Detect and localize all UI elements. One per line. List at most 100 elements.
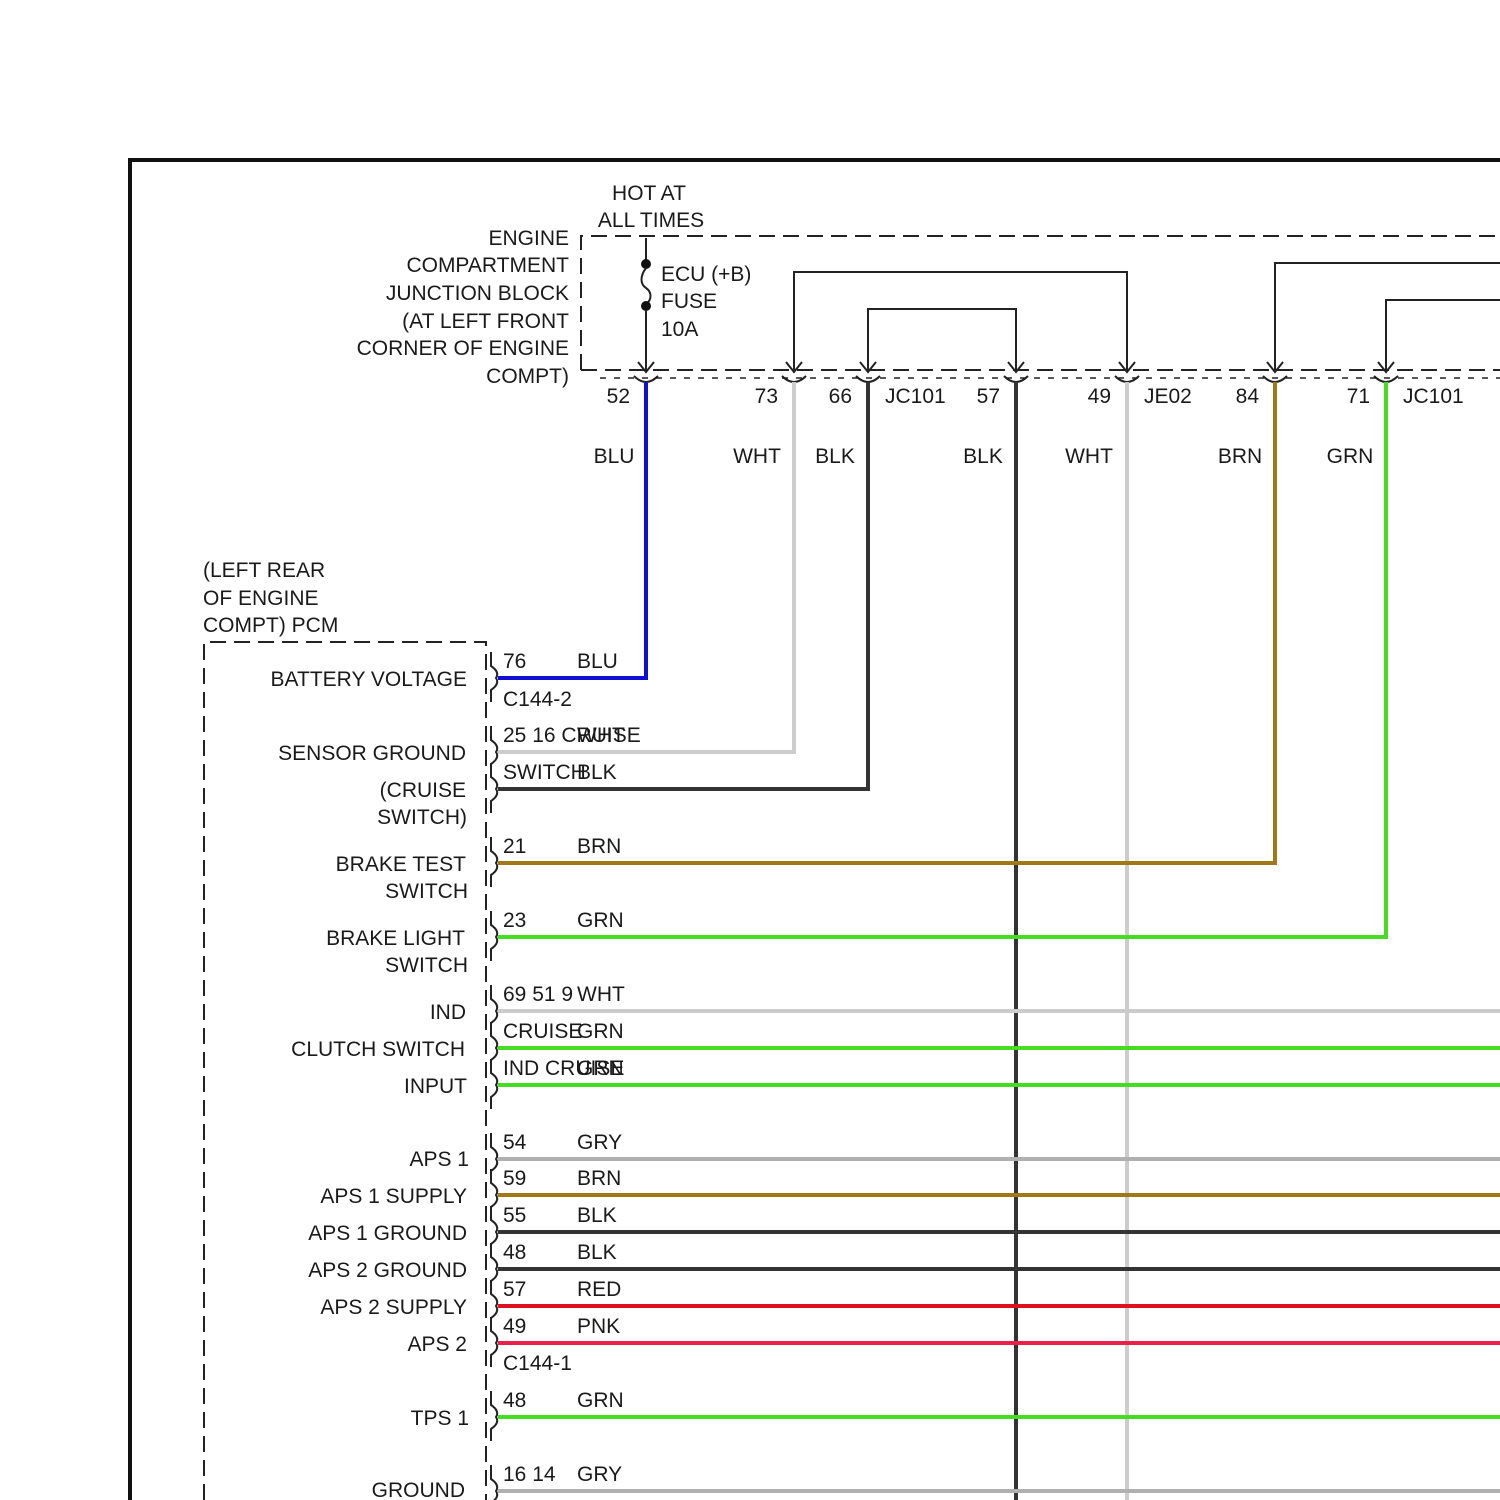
junction-pin-arrows: [633, 345, 1399, 383]
wire-color-label: BLK: [815, 445, 855, 468]
pin-number: 84: [1236, 385, 1260, 408]
pcm-wire-color: RED: [577, 1278, 621, 1301]
pcm-pin-number: 21: [503, 835, 526, 858]
pcm-pin-number: 57: [503, 1278, 526, 1301]
top-wire-color-labels: BLU WHT BLK BLK WHT BRN GRN: [594, 445, 1374, 468]
block-label-line-2: COMPARTMENT: [406, 254, 569, 277]
pcm-wire-color: GRN: [577, 1020, 624, 1043]
hot-at-all-times-label: HOT AT ALL TIMES: [598, 182, 704, 232]
pcm-label-line-2: OF ENGINE: [203, 587, 319, 610]
pcm-pin-number: 48: [503, 1389, 526, 1412]
pcm-wire-color: GRN: [577, 909, 624, 932]
function-brake-test-switch-1: BRAKE TEST: [336, 853, 466, 876]
pcm-wire-color: GRY: [577, 1131, 622, 1154]
hot-label-line-1: HOT AT: [612, 182, 686, 205]
pin-bracket: [490, 1465, 499, 1500]
pcm-pin-number: 54: [503, 1131, 527, 1154]
pin-number: 73: [755, 385, 778, 408]
pin-arrow: [1262, 345, 1288, 383]
block-label-line-5: CORNER OF ENGINE: [357, 337, 569, 360]
pcm-pin-number: 16 14: [503, 1463, 556, 1486]
wire: [498, 382, 648, 680]
function-tps-1: TPS 1: [411, 1407, 469, 1430]
pin-arrow: [1114, 345, 1140, 383]
pcm-wire-color: GRY: [577, 1463, 622, 1486]
block-label-line-1: ENGINE: [488, 227, 569, 250]
pcm-wire-color: BRN: [577, 1167, 621, 1190]
pcm-wire-color: BRN: [577, 835, 621, 858]
pin-number: 52: [607, 385, 630, 408]
function-sensor-ground: SENSOR GROUND: [278, 742, 466, 765]
pcm-label: (LEFT REAR OF ENGINE COMPT) PCM: [203, 559, 338, 637]
connector-c144-2: C144-2: [503, 688, 572, 711]
function-aps-1-supply: APS 1 SUPPLY: [320, 1185, 467, 1208]
wire-color-label: BLK: [963, 445, 1003, 468]
pin-number: 49: [1088, 385, 1111, 408]
pcm-wire-color: GRN: [577, 1057, 624, 1080]
pin-arrow: [855, 345, 881, 383]
wires-layer: [498, 382, 1500, 1500]
pin-number: 57: [977, 385, 1000, 408]
function-aps-2-ground: APS 2 GROUND: [308, 1259, 467, 1282]
pcm-pin-number: 48: [503, 1241, 526, 1264]
function-aps-1-ground: APS 1 GROUND: [308, 1222, 467, 1245]
fuse-label: ECU (+B) FUSE 10A: [661, 263, 751, 341]
pin-bracket: [490, 763, 499, 813]
function-aps-1: APS 1: [409, 1148, 469, 1171]
function-brake-light-switch-1: BRAKE LIGHT: [326, 927, 465, 950]
connector-name: JC101: [885, 385, 946, 408]
pin-bracket: [490, 1059, 499, 1109]
pcm-wire-color: BLK: [577, 761, 617, 784]
pcm-wire-color: BLK: [577, 1204, 617, 1227]
function-cruise-switch-1: (CRUISE: [380, 779, 466, 802]
internal-jumper-66-57: [867, 308, 1017, 370]
pcm-label-line-3: COMPT) PCM: [203, 614, 338, 637]
pcm-pin-number: SWITCH: [503, 761, 586, 784]
fuse-label-line-3: 10A: [661, 318, 698, 341]
pin-bracket: [490, 1317, 499, 1367]
pcm-pin-number: 76: [503, 650, 526, 673]
junction-pin-numbers: 52 73 66 57 49 84 71: [607, 385, 1370, 408]
pin-bracket: [490, 1391, 499, 1441]
pcm-wire-color: BLK: [577, 1241, 617, 1264]
wire-color-label: BRN: [1218, 445, 1262, 468]
wire-color-label: BLU: [594, 445, 635, 468]
pin-bracket: [490, 837, 499, 887]
pcm-wire-color: WHT: [577, 983, 625, 1006]
connector-c144-1: C144-1: [503, 1352, 572, 1375]
pcm-pin-number: 49: [503, 1315, 526, 1338]
pin-arrow: [1373, 345, 1399, 383]
function-cruise-switch-2: SWITCH): [377, 806, 467, 829]
junction-block-label: ENGINE COMPARTMENT JUNCTION BLOCK (AT LE…: [357, 227, 570, 388]
wire-color-label: GRN: [1327, 445, 1374, 468]
pcm-pin-brackets: [490, 652, 499, 1500]
hot-label-line-2: ALL TIMES: [598, 209, 704, 232]
block-label-line-6: COMPT): [486, 365, 569, 388]
pcm-pin-number: 23: [503, 909, 526, 932]
pin-arrow: [1003, 345, 1029, 383]
wiring-diagram: HOT AT ALL TIMES ENGINE COMPARTMENT JUNC…: [128, 158, 1500, 1500]
function-ind: IND: [430, 1001, 466, 1024]
block-label-line-3: JUNCTION BLOCK: [386, 282, 569, 305]
wire-color-label: WHT: [733, 445, 781, 468]
pcm-wire-color: GRN: [577, 1389, 624, 1412]
connector-name: JC101: [1403, 385, 1464, 408]
function-clutch-switch: CLUTCH SWITCH: [291, 1038, 465, 1061]
pcm-pin-number: 55: [503, 1204, 526, 1227]
wire-color-label: WHT: [1065, 445, 1113, 468]
pcm-function-labels: BATTERY VOLTAGE SENSOR GROUND (CRUISE SW…: [271, 668, 469, 1500]
connector-name: JE02: [1144, 385, 1192, 408]
function-brake-light-switch-2: SWITCH: [385, 954, 468, 977]
pin-arrow: [781, 345, 807, 383]
function-aps-2: APS 2: [407, 1333, 467, 1356]
pin-number: 71: [1347, 385, 1370, 408]
pin-bracket: [490, 911, 499, 961]
function-battery-voltage: BATTERY VOLTAGE: [271, 668, 467, 691]
function-aps-2-supply: APS 2 SUPPLY: [320, 1296, 467, 1319]
function-ground: GROUND: [372, 1479, 465, 1500]
function-input: INPUT: [404, 1075, 467, 1098]
pcm-pin-number: CRUISE: [503, 1020, 582, 1043]
internal-jumper-84: [1274, 262, 1500, 370]
pin-bracket: [490, 652, 499, 702]
fuse-label-line-2: FUSE: [661, 290, 717, 313]
